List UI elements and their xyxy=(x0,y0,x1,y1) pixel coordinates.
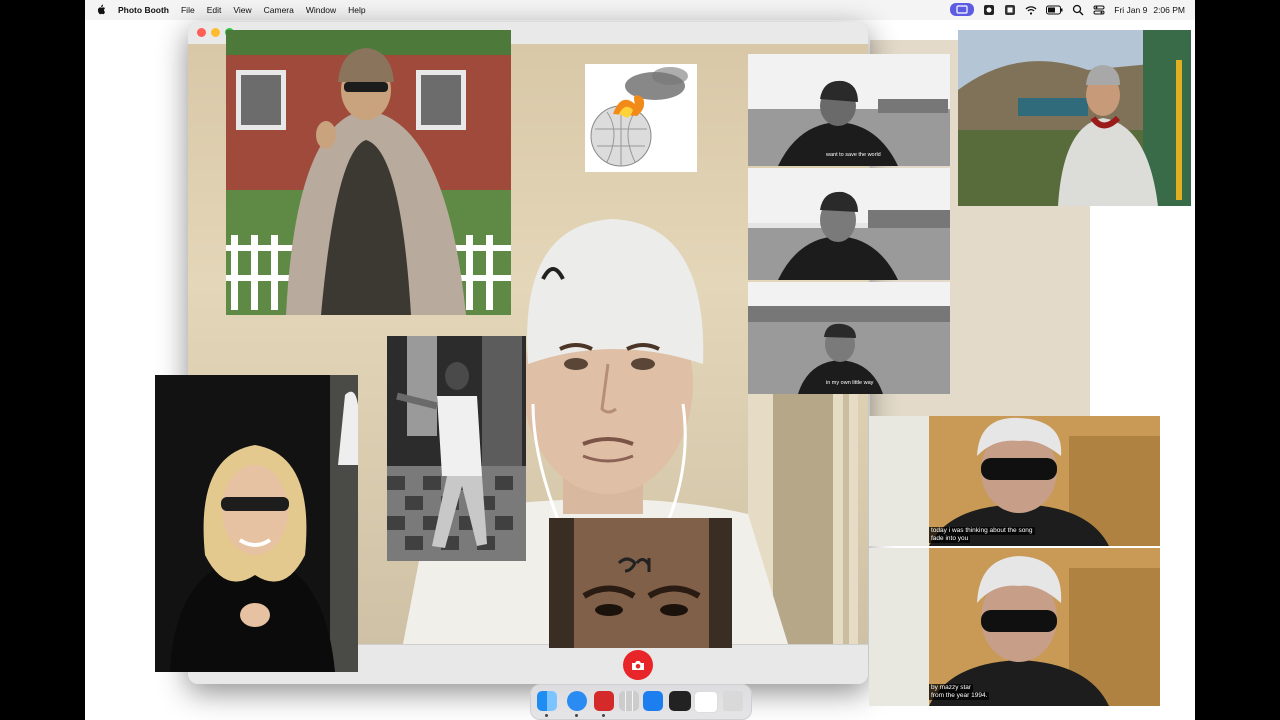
desktop: Photo Booth File Edit View Camera Window… xyxy=(85,0,1195,720)
close-icon[interactable] xyxy=(197,28,206,37)
subtitle-bw-bottom: in my own little way xyxy=(826,380,874,386)
apple-icon[interactable] xyxy=(96,4,106,15)
wifi-icon[interactable] xyxy=(1025,4,1037,16)
photo-burning-globe xyxy=(585,64,697,172)
menu-bar: Photo Booth File Edit View Camera Window… xyxy=(85,0,1195,20)
photo-bw-boat-2 xyxy=(748,168,950,280)
menu-file[interactable]: File xyxy=(181,5,195,15)
safari-icon[interactable] xyxy=(567,691,587,711)
menu-edit[interactable]: Edit xyxy=(207,5,222,15)
minimize-icon[interactable] xyxy=(211,28,220,37)
subtitle-top-line2: fade into you xyxy=(929,535,971,543)
camera-icon xyxy=(632,660,644,670)
app-menu[interactable]: Photo Booth xyxy=(118,5,169,15)
blank-window-icon[interactable] xyxy=(694,691,718,713)
menu-clock[interactable]: Fri Jan 9 2:06 PM xyxy=(1114,5,1185,15)
menu-camera[interactable]: Camera xyxy=(264,5,294,15)
photo-booth-icon[interactable] xyxy=(594,691,614,711)
photo-blonde-woman xyxy=(155,375,358,672)
photo-train-man xyxy=(958,30,1191,206)
menu-extra-icon[interactable] xyxy=(983,4,995,16)
photo-bw-boat-3: in my own little way xyxy=(748,282,950,394)
photo-booth-running-dot xyxy=(602,714,605,717)
video-thumbnail-icon[interactable] xyxy=(669,691,691,711)
photo-bw-boat-1: want to save the world xyxy=(748,54,950,166)
menu-extra-2-icon[interactable] xyxy=(1004,4,1016,16)
photo-man-sunglasses-1: today i was thinking about the song fade… xyxy=(869,416,1160,546)
safari-running-dot xyxy=(575,714,578,717)
spotlight-search-icon[interactable] xyxy=(1072,4,1084,16)
menu-view[interactable]: View xyxy=(233,5,251,15)
photo-man-sunglasses-2: by mazzy star from the year 1994. xyxy=(869,548,1160,706)
battery-icon[interactable] xyxy=(1046,5,1063,15)
finder-icon[interactable] xyxy=(537,691,557,711)
clock-date: Fri Jan 9 xyxy=(1114,4,1148,15)
photo-bw-dancer xyxy=(387,336,526,561)
subtitle-bottom-line1: by mazzy star xyxy=(929,684,974,692)
photo-forehead-tattoo xyxy=(549,518,732,648)
finder-running-dot xyxy=(545,714,548,717)
app-store-icon[interactable] xyxy=(643,691,663,711)
subtitle-top-line1: today i was thinking about the song xyxy=(929,527,1035,535)
photo-fur-coat-man xyxy=(226,30,511,315)
subtitle-bw-top: want to save the world xyxy=(826,152,881,158)
menu-window[interactable]: Window xyxy=(306,5,336,15)
screen-recording-icon[interactable] xyxy=(950,3,975,16)
launchpad-icon[interactable] xyxy=(619,691,639,711)
control-center-icon[interactable] xyxy=(1093,4,1105,16)
dock xyxy=(530,684,752,720)
take-photo-button[interactable] xyxy=(623,650,653,680)
trash-icon[interactable] xyxy=(723,691,743,711)
subtitle-bottom-line2: from the year 1994. xyxy=(929,692,990,700)
menu-help[interactable]: Help xyxy=(348,5,365,15)
clock-time: 2:06 PM xyxy=(1153,4,1185,15)
